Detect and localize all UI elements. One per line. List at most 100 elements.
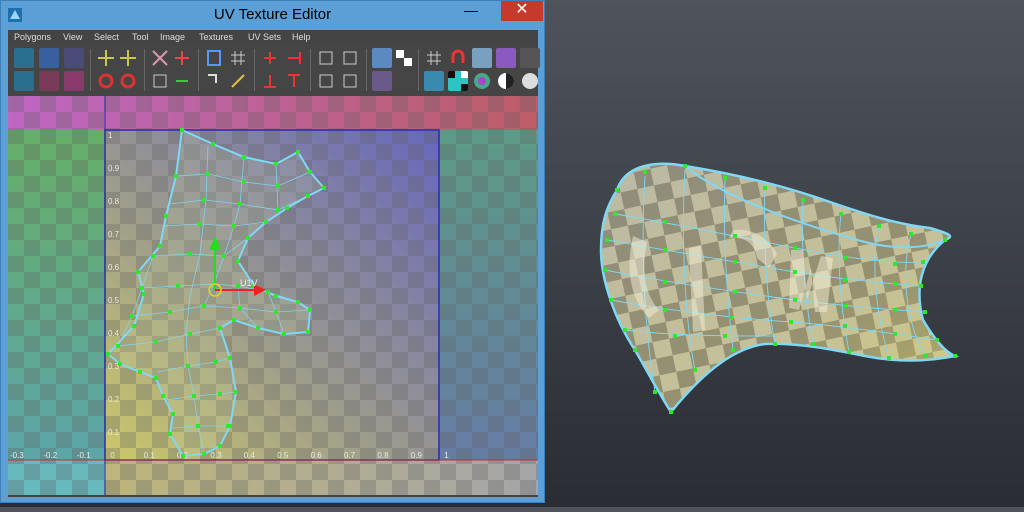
uv-vertex[interactable] xyxy=(188,332,192,336)
uv-vertex[interactable] xyxy=(132,324,136,328)
surface-vertex[interactable] xyxy=(653,390,657,394)
pie-display-icon[interactable] xyxy=(520,71,540,91)
menu-tool[interactable]: Tool xyxy=(132,30,149,45)
image-display-toggle-icon[interactable] xyxy=(372,48,392,68)
surface-vertex[interactable] xyxy=(603,268,607,272)
uv-vertex[interactable] xyxy=(296,300,300,304)
surface-vertex[interactable] xyxy=(919,284,923,288)
surface-vertex[interactable] xyxy=(729,316,733,320)
rotate-uv-icon[interactable] xyxy=(96,71,116,91)
uv-vertex[interactable] xyxy=(116,344,120,348)
isolate-select-icon[interactable] xyxy=(424,71,444,91)
surface-vertex[interactable] xyxy=(811,342,815,346)
uv-vertex[interactable] xyxy=(106,352,110,356)
menu-view[interactable]: View xyxy=(63,30,82,45)
shaded-uv-icon[interactable] xyxy=(472,48,492,68)
grid-snap-icon[interactable] xyxy=(228,71,248,91)
uv-vertex[interactable] xyxy=(322,186,326,190)
surface-vertex[interactable] xyxy=(693,368,697,372)
uv-vertex[interactable] xyxy=(296,150,300,154)
surface-vertex[interactable] xyxy=(669,410,673,414)
uv-grid-canvas[interactable]: 1 0.9 0.8 0.7 0.6 0.5 0.4 0.3 0.2 0.1 -0.3 -0.2 -0.… xyxy=(8,96,538,495)
uv-vertex[interactable] xyxy=(238,202,242,206)
surface-vertex[interactable] xyxy=(613,212,617,216)
uv-vertex[interactable] xyxy=(211,142,215,146)
uv-vertex[interactable] xyxy=(158,244,162,248)
align-uv-icon[interactable] xyxy=(204,71,224,91)
menu-select[interactable]: Select xyxy=(94,30,119,45)
uv-vertex[interactable] xyxy=(168,432,172,436)
surface-vertex[interactable] xyxy=(789,320,793,324)
surface-vertex[interactable] xyxy=(673,334,677,338)
surface-vertex[interactable] xyxy=(733,290,737,294)
uv-vertex[interactable] xyxy=(282,332,286,336)
surface-vertex[interactable] xyxy=(663,308,667,312)
uv-vertex[interactable] xyxy=(198,222,202,226)
straighten-uv-icon[interactable] xyxy=(340,48,360,68)
uv-snapshot-tool-icon[interactable] xyxy=(14,48,34,68)
uv-vertex[interactable] xyxy=(218,326,222,330)
uv-vertex[interactable] xyxy=(168,310,172,314)
uv-vertex[interactable] xyxy=(186,364,190,368)
surface-vertex[interactable] xyxy=(609,298,613,302)
menu-textures[interactable]: Textures xyxy=(199,30,233,45)
surface-vertex[interactable] xyxy=(887,356,891,360)
surface-vertex[interactable] xyxy=(921,260,925,264)
uv-vertex[interactable] xyxy=(171,412,175,416)
uv-vertex[interactable] xyxy=(285,206,289,210)
uv-vertex[interactable] xyxy=(306,330,310,334)
uv-vertex[interactable] xyxy=(256,326,260,330)
uv-vertex[interactable] xyxy=(226,424,230,428)
uv-vertex[interactable] xyxy=(188,252,192,256)
surface-vertex[interactable] xyxy=(773,342,777,346)
uv-vertex[interactable] xyxy=(138,370,142,374)
uv-vertex[interactable] xyxy=(181,454,185,458)
merge-uv-icon[interactable] xyxy=(172,71,192,91)
uv-vertex[interactable] xyxy=(306,194,310,198)
surface-vertex[interactable] xyxy=(923,310,927,314)
select-tool-icon[interactable] xyxy=(39,48,59,68)
select-shell-icon[interactable] xyxy=(316,71,336,91)
align-min-v-icon[interactable] xyxy=(260,71,280,91)
uv-vertex[interactable] xyxy=(228,356,232,360)
surface-vertex[interactable] xyxy=(643,170,647,174)
uv-vertex[interactable] xyxy=(232,224,236,228)
surface-vertex[interactable] xyxy=(893,332,897,336)
surface-vertex[interactable] xyxy=(615,188,619,192)
checker-tiles-icon[interactable] xyxy=(394,48,414,68)
uv-vertex[interactable] xyxy=(276,184,280,188)
uv-vertex[interactable] xyxy=(196,424,200,428)
uv-vertex[interactable] xyxy=(242,155,246,159)
surface-vertex[interactable] xyxy=(839,212,843,216)
uv-vertex[interactable] xyxy=(174,174,178,178)
uv-vertex[interactable] xyxy=(142,292,146,296)
menu-polygons[interactable]: Polygons xyxy=(14,30,51,45)
uv-vertex[interactable] xyxy=(214,360,218,364)
distortion-icon[interactable] xyxy=(520,48,540,68)
surface-vertex[interactable] xyxy=(663,280,667,284)
surface-vertex[interactable] xyxy=(943,238,947,242)
surface-vertex[interactable] xyxy=(893,262,897,266)
surface-vertex[interactable] xyxy=(605,238,609,242)
uv-vertex[interactable] xyxy=(206,172,210,176)
surface-vertex[interactable] xyxy=(935,338,939,342)
uv-vertex[interactable] xyxy=(154,340,158,344)
relax-uv-icon[interactable] xyxy=(316,48,336,68)
rotate-tool-icon[interactable] xyxy=(64,71,84,91)
menu-image[interactable]: Image xyxy=(160,30,185,45)
surface-vertex[interactable] xyxy=(733,234,737,238)
title-bar[interactable]: UV Texture Editor — ✕ xyxy=(1,1,544,29)
checker-pattern-icon[interactable] xyxy=(448,71,468,91)
surface-vertex[interactable] xyxy=(793,270,797,274)
cut-uv-icon[interactable] xyxy=(150,48,170,68)
grid-tool-icon[interactable] xyxy=(14,71,34,91)
flip-tool-icon[interactable] xyxy=(39,71,59,91)
uv-vertex[interactable] xyxy=(274,294,278,298)
surface-vertex[interactable] xyxy=(801,198,805,202)
surface-vertex[interactable] xyxy=(909,232,913,236)
uv-vertex[interactable] xyxy=(202,198,206,202)
close-button[interactable]: ✕ xyxy=(501,1,543,21)
surface-vertex[interactable] xyxy=(843,324,847,328)
align-min-u-icon[interactable] xyxy=(260,48,280,68)
move-tool-icon[interactable] xyxy=(64,48,84,68)
